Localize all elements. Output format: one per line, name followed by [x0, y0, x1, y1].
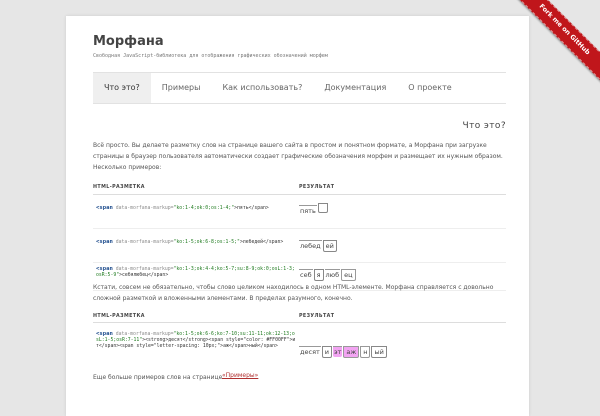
code-text: >лебедей</span> — [239, 240, 284, 245]
code-attr: data-morfana-markup= — [112, 206, 174, 211]
morph-ending — [317, 203, 328, 213]
table2-row-code: <span data-morfana-markup="ko:1-5;ok:6-6… — [96, 331, 296, 350]
middle-paragraph: Кстати, совсем не обязательно, чтобы сло… — [93, 284, 494, 302]
code-tag: <span — [96, 266, 113, 272]
site-title[interactable]: Морфана — [93, 34, 164, 49]
code-val: "ko:1-4;ok:0;os:1-4;" — [173, 206, 235, 211]
morph-root: себ — [299, 269, 313, 279]
code-tag: <span — [96, 239, 113, 245]
morph-root: эт — [333, 346, 343, 357]
code-val: "ko:1-5;ok:6-8;os:1-5;" — [173, 240, 240, 245]
morph-suffix: н — [360, 346, 371, 358]
table1-header-divider — [93, 194, 506, 195]
morph-root: лебед — [299, 240, 322, 250]
table2-header-markup: HTML-РАЗМЕТКА — [93, 314, 145, 319]
code-text: >пять</span> — [234, 206, 269, 211]
examples-link[interactable]: «Примеры» — [222, 372, 258, 379]
table1-header-markup: HTML-РАЗМЕТКА — [93, 185, 145, 190]
table2-header-result: РЕЗУЛЬТАТ — [299, 314, 335, 319]
site-subtitle: Свободная JavaScript-библиотека для отоб… — [93, 53, 328, 59]
code-tag: <span — [96, 205, 113, 211]
code-tag: <span — [96, 331, 113, 337]
morph-root: десят — [299, 346, 321, 356]
nav-item-about[interactable]: О проекте — [397, 73, 462, 103]
table1-row3-result: себ я люб ец — [299, 269, 357, 281]
table2-row-result: десят и эт аж н ый — [299, 346, 388, 358]
footer-text: Еще больше примеров слов на странице — [93, 374, 223, 381]
morph-ending: ый — [371, 346, 387, 358]
section-heading: Что это? — [462, 121, 506, 131]
fork-ribbon-label[interactable]: Fork me on GitHub — [510, 0, 600, 87]
table1-row-divider — [93, 228, 506, 229]
intro-paragraph: Всё просто. Вы делаете разметку слов на … — [93, 142, 503, 171]
morph-ending: и — [321, 346, 332, 358]
morph-root: люб — [324, 269, 341, 279]
code-text: >себялюбец</span> — [119, 273, 169, 278]
table1-header-result: РЕЗУЛЬТАТ — [299, 185, 335, 190]
page-container: Морфана Свободная JavaScript-библиотека … — [66, 16, 529, 416]
code-attr: data-morfana-markup= — [112, 267, 174, 272]
table1-row1-code: <span data-morfana-markup="ko:1-4;ok:0;o… — [96, 205, 296, 212]
morph-suffix: ец — [341, 269, 356, 281]
morph-suffix: аж — [343, 346, 360, 358]
code-attr: data-morfana-markup= — [112, 240, 174, 245]
table1-row2-result: лебед ей — [299, 240, 338, 252]
table1-row1-result: пять — [299, 203, 329, 216]
table1-row2-code: <span data-morfana-markup="ko:1-5;ok:6-8… — [96, 239, 296, 246]
table1-row3-code: <span data-morfana-markup="ko:1-3;ok:4-4… — [96, 266, 296, 279]
nav-item-what[interactable]: Что это? — [93, 73, 151, 103]
main-nav: Что это? Примеры Как использовать? Докум… — [93, 72, 506, 104]
nav-item-how-to-use[interactable]: Как использовать? — [211, 73, 313, 103]
nav-item-docs[interactable]: Документация — [313, 73, 397, 103]
morph-ending: я — [313, 269, 324, 281]
morph-root: пять — [299, 205, 317, 215]
morph-ending: ей — [322, 240, 337, 252]
table2-header-divider — [93, 322, 506, 323]
fork-ribbon[interactable]: Fork me on GitHub — [510, 0, 600, 90]
code-attr: data-morfana-markup= — [112, 332, 174, 337]
table1-row-divider — [93, 262, 506, 263]
nav-item-examples[interactable]: Примеры — [151, 73, 212, 103]
